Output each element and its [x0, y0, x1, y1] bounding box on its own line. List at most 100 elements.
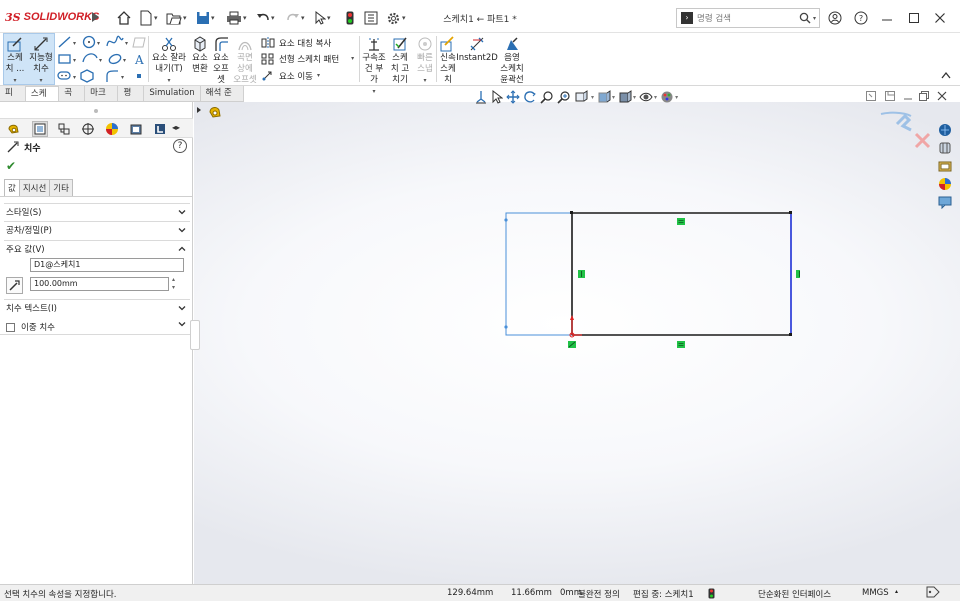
- hide-show-items-icon[interactable]: ▾: [639, 90, 657, 104]
- coincident-relation-origin[interactable]: [568, 341, 576, 348]
- tab-sketch[interactable]: 스케치: [25, 86, 60, 114]
- solidworks-logo[interactable]: 3S SOLIDWORKS: [5, 9, 99, 25]
- dimension-preview[interactable]: [504, 212, 572, 336]
- rotate-view-icon[interactable]: [523, 90, 537, 104]
- point-icon[interactable]: [137, 74, 141, 78]
- panel-resize-handle[interactable]: [190, 320, 200, 350]
- display-manager-tab-icon[interactable]: [104, 121, 120, 137]
- rapid-sketch-button[interactable]: 신속 스케 치: [438, 33, 458, 86]
- print-icon[interactable]: ▾: [226, 9, 247, 27]
- solidworks-resources-icon[interactable]: [936, 122, 954, 138]
- manager-tabs-scroll-icon[interactable]: ◂▸: [172, 123, 180, 132]
- instant2d-button[interactable]: Instant2D: [456, 33, 498, 64]
- chevron-down-icon[interactable]: [178, 320, 186, 331]
- dim-text-group-header[interactable]: 치수 텍스트(I): [4, 299, 190, 316]
- rectangle-icon[interactable]: [58, 54, 71, 64]
- configuration-manager-tab-icon[interactable]: [56, 121, 72, 137]
- slot-icon[interactable]: [57, 71, 71, 80]
- horizontal-relation-top[interactable]: [677, 218, 685, 225]
- help-button[interactable]: ?: [173, 139, 187, 153]
- ui-mode[interactable]: 단순화된 인터페이스: [758, 588, 831, 600]
- file-properties-icon[interactable]: [364, 9, 378, 27]
- subtab-other[interactable]: 기타: [49, 179, 73, 197]
- restore-view-icon[interactable]: [919, 91, 929, 104]
- convert-entities-button[interactable]: 요소 변환: [189, 33, 211, 75]
- dimension-value-spinner[interactable]: ▴ ▾: [172, 276, 175, 292]
- edit-appearance-icon[interactable]: ▾: [660, 90, 678, 104]
- search-icon[interactable]: [799, 12, 811, 24]
- new-document-icon[interactable]: ▾: [139, 9, 158, 27]
- sketch-origin[interactable]: [569, 315, 582, 338]
- offset-entities-button[interactable]: 요소 오프 셋: [210, 33, 232, 86]
- home-icon[interactable]: [116, 9, 132, 27]
- minimize-icon[interactable]: [878, 9, 896, 27]
- property-manager-tab-icon[interactable]: [32, 121, 48, 137]
- text-icon[interactable]: A: [134, 53, 144, 67]
- select-icon[interactable]: ▾: [314, 9, 331, 27]
- style-group-header[interactable]: 스타일(S): [4, 203, 190, 220]
- user-account-icon[interactable]: [826, 9, 844, 27]
- dual-dimension-row[interactable]: 이중 치수: [6, 321, 55, 333]
- subtab-value[interactable]: 값: [4, 179, 20, 197]
- tab-features[interactable]: 피처: [0, 86, 26, 113]
- select-cursor-icon[interactable]: [491, 90, 503, 104]
- exit-sketch-icon[interactable]: [880, 111, 912, 132]
- tab-evaluate[interactable]: 평가: [118, 86, 145, 113]
- panel-grip[interactable]: [94, 109, 98, 113]
- ok-checkmark-icon[interactable]: ✔: [6, 159, 16, 173]
- collapse-ribbon-icon[interactable]: [941, 71, 951, 82]
- minimize-view-icon[interactable]: [903, 91, 913, 104]
- menu-expand-arrow-icon[interactable]: [92, 12, 99, 22]
- rebuild-status-icon[interactable]: [708, 588, 715, 601]
- open-icon[interactable]: ▾: [166, 9, 187, 27]
- tab-markup[interactable]: 마크업: [85, 86, 119, 113]
- status-bar-tag-icon[interactable]: [926, 586, 940, 601]
- search-dropdown-icon[interactable]: ▾: [813, 15, 816, 22]
- linear-pattern-button[interactable]: 선형 스케치 패턴 ▾: [261, 51, 354, 66]
- simulation-manager-tab-icon[interactable]: [152, 121, 168, 137]
- unit-system-dropdown-icon[interactable]: ▴: [895, 588, 898, 595]
- previous-view-icon[interactable]: ▾: [574, 90, 594, 104]
- part-tree-icon[interactable]: [207, 104, 223, 123]
- vertical-relation-left[interactable]: [578, 270, 585, 278]
- subtab-leaders[interactable]: 지시선: [18, 179, 51, 197]
- spline-icon[interactable]: [106, 35, 124, 47]
- dimension-name-field[interactable]: D1@스케치1: [30, 258, 184, 272]
- options-gear-icon[interactable]: ▾: [386, 9, 406, 27]
- help-icon[interactable]: ?: [852, 9, 870, 27]
- discard-sketch-icon[interactable]: [914, 132, 931, 149]
- feature-manager-tab-icon[interactable]: [6, 121, 22, 137]
- view-orientation-icon[interactable]: [474, 90, 488, 104]
- primary-value-group-header[interactable]: 주요 값(V): [4, 240, 190, 257]
- section-view-icon[interactable]: ▾: [597, 90, 615, 104]
- fillet-icon[interactable]: [106, 70, 118, 82]
- close-view-icon[interactable]: [937, 91, 947, 104]
- tab-simulation[interactable]: Simulation: [144, 86, 201, 101]
- command-search[interactable]: › 명령 검색 ▾: [676, 8, 820, 28]
- zoom-to-fit-icon[interactable]: [540, 90, 554, 104]
- tolerance-group-header[interactable]: 공차/정밀(P): [4, 221, 190, 238]
- dimension-value-field[interactable]: 100.00mm: [30, 277, 169, 291]
- ellipse-icon[interactable]: [108, 53, 122, 65]
- display-style-icon[interactable]: ▾: [618, 90, 636, 104]
- file-explorer-icon[interactable]: [936, 158, 954, 174]
- arc-icon[interactable]: [82, 53, 98, 63]
- line-icon[interactable]: [58, 36, 71, 48]
- custom-properties-icon[interactable]: [936, 194, 954, 210]
- zoom-to-area-icon[interactable]: [557, 90, 571, 104]
- sketch-button[interactable]: 스케 치 ... ▾: [4, 33, 26, 86]
- smart-dimension-button[interactable]: 지능형 치수 ▾: [27, 33, 55, 86]
- dimension-value-picker-icon[interactable]: [6, 277, 23, 294]
- tab-analysis-prep[interactable]: 해석 준비: [201, 86, 244, 113]
- tile-view-icon[interactable]: [866, 91, 876, 104]
- design-library-icon[interactable]: [936, 140, 954, 156]
- cam-manager-tab-icon[interactable]: [128, 121, 144, 137]
- shaded-sketch-contours-button[interactable]: 음영 스케치 윤곽선: [499, 33, 525, 86]
- add-relation-button[interactable]: 구속조 건 부가 ▾: [361, 33, 387, 97]
- trim-entities-button[interactable]: 요소 잘라 내기(T) ▾: [151, 33, 187, 86]
- save-icon[interactable]: ▾: [196, 9, 215, 27]
- dual-dimension-checkbox[interactable]: [6, 322, 15, 332]
- offset-on-surface-button[interactable]: 곡면 상에 오프셋: [232, 33, 258, 86]
- redo-icon[interactable]: ▾: [286, 9, 305, 27]
- maximize-icon[interactable]: [905, 9, 923, 27]
